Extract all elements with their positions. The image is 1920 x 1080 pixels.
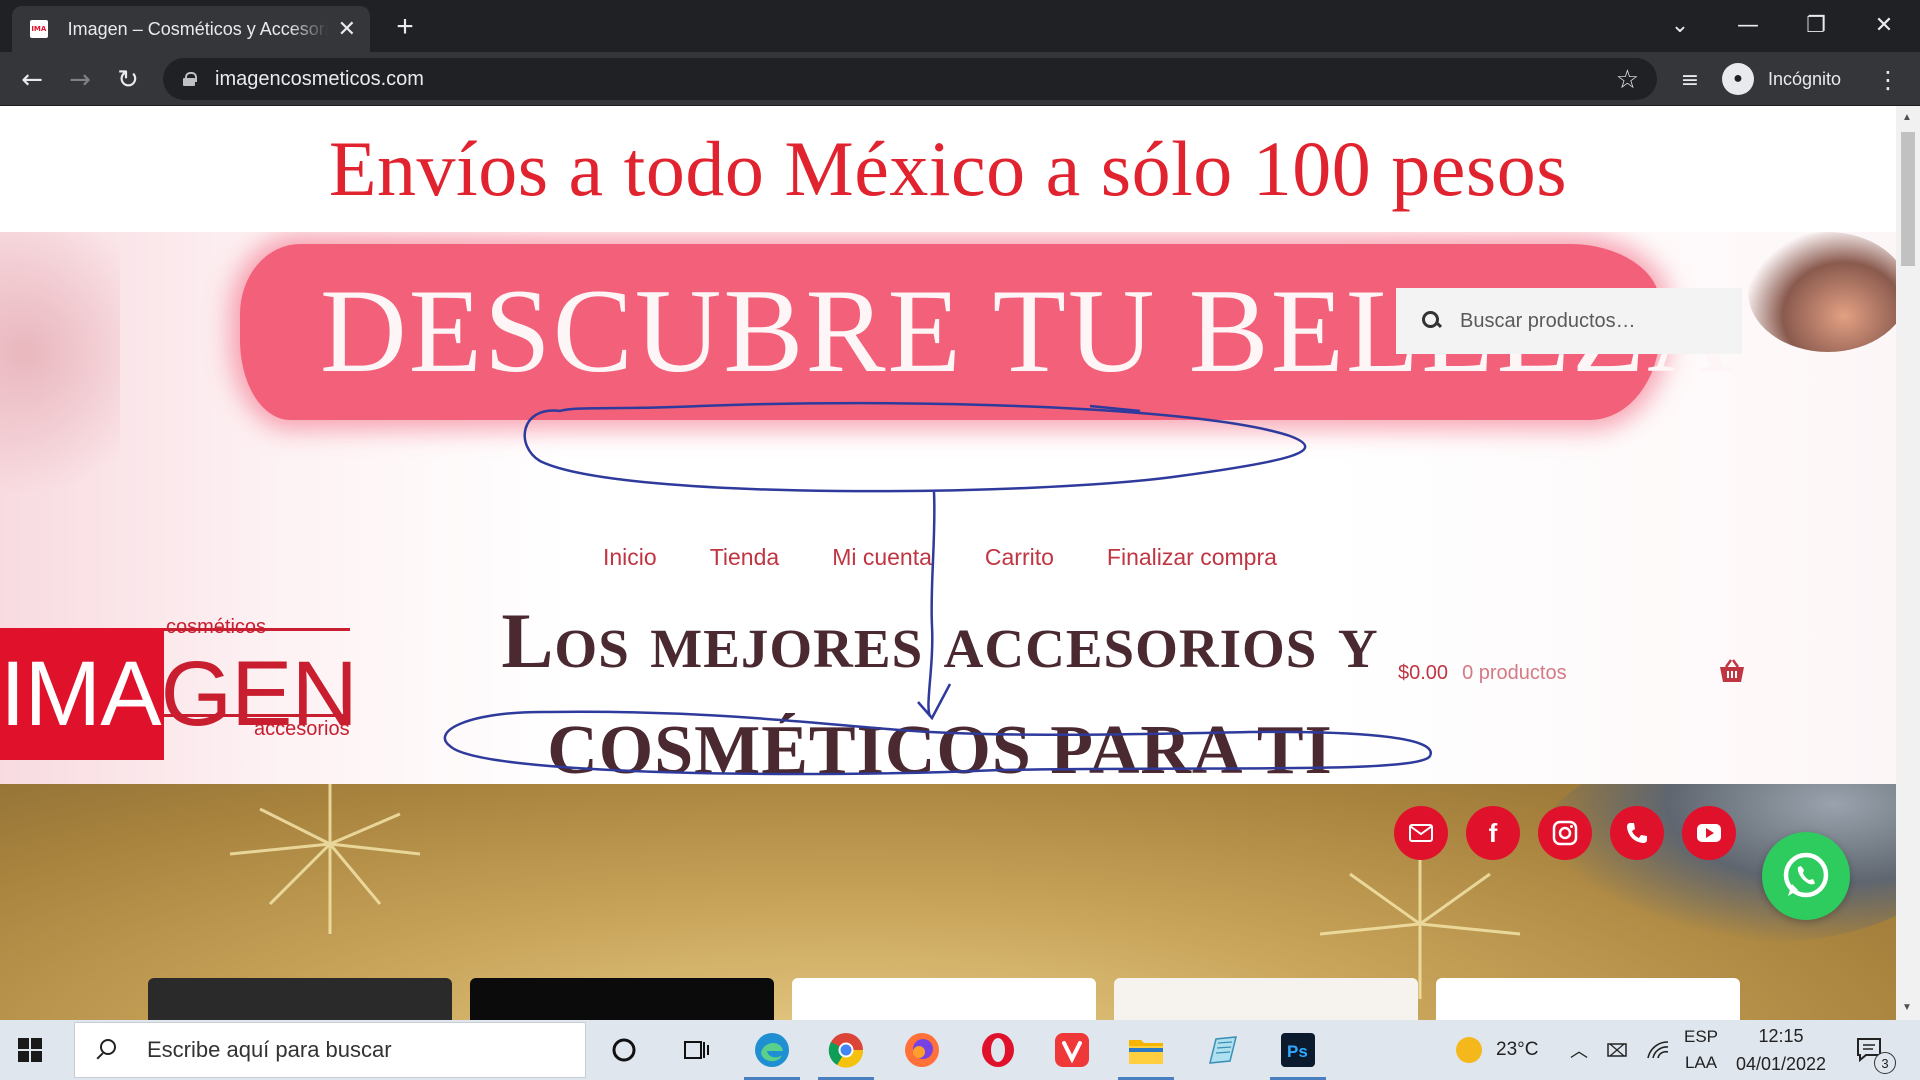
forward-arrow-icon[interactable]: → [62,62,98,98]
logo-subtitle-bottom: accesorios [254,718,350,740]
product-card[interactable] [792,978,1096,1020]
search-icon [95,1039,117,1061]
browser-tab-strip: IMA Imagen – Cosméticos y Accesorios ✕ +… [0,0,1920,52]
incognito-profile-button[interactable]: ● Incógnito [1722,60,1841,98]
main-navigation: Inicio Tienda Mi cuenta Carrito Finaliza… [603,544,1330,571]
close-window-button[interactable]: ✕ [1864,8,1904,42]
browser-tab[interactable]: IMA Imagen – Cosméticos y Accesorios ✕ [12,6,370,52]
product-card[interactable] [148,978,452,1020]
gold-background-section: f [0,784,1896,1020]
tab-search-chevron-icon[interactable]: ⌄ [1660,8,1700,42]
search-input[interactable] [1460,309,1730,333]
nav-item-tienda[interactable]: Tienda [710,544,779,571]
notification-count: 3 [1874,1052,1896,1074]
opera-icon[interactable] [978,1030,1018,1070]
email-icon[interactable] [1394,806,1448,860]
browser-toolbar: ← → ↻ imagencosmeticos.com ☆ ≡ ● Incógni… [0,52,1920,106]
page-viewport: Envíos a todo México a sólo 100 pesos DE… [0,106,1896,1020]
shipping-banner: Envíos a todo México a sólo 100 pesos [0,106,1896,232]
tagline-line-2: COSMÉTICOS PARA TI [547,712,1333,784]
sun-icon [1456,1037,1482,1063]
tab-title: Imagen – Cosméticos y Accesorios [67,18,328,39]
new-tab-button[interactable]: + [388,10,422,44]
minimize-button[interactable]: — [1728,8,1768,42]
scroll-down-icon[interactable]: ▼ [1902,1002,1912,1013]
logo-wordmark-left: IMA [0,643,162,745]
back-arrow-icon[interactable]: ← [14,62,50,98]
hero-decoration [0,232,120,532]
notepad-icon[interactable] [1202,1030,1242,1070]
cortana-icon[interactable] [604,1030,644,1070]
network-ethernet-icon[interactable] [1606,1020,1630,1080]
weather-widget[interactable]: 23°C [1456,1020,1538,1080]
reload-icon[interactable]: ↻ [110,62,146,98]
nav-item-carrito[interactable]: Carrito [985,544,1054,571]
cart-count: 0 productos [1462,662,1567,684]
nav-item-finalizar-compra[interactable]: Finalizar compra [1107,544,1277,571]
windows-start-icon[interactable] [18,1038,42,1062]
instagram-icon[interactable] [1538,806,1592,860]
site-favicon-icon: IMA [30,20,48,38]
tagline-line-1: Los mejores accesorios y [501,597,1379,684]
windows-taskbar: Escribe aquí para buscar Ps 23°C ︿ ESP L… [0,1020,1920,1080]
tray-overflow-chevron-icon[interactable]: ︿ [1570,1020,1588,1080]
clock-date: 04/01/2022 [1735,1054,1827,1074]
firefox-icon[interactable] [902,1030,942,1070]
shipping-banner-text: Envíos a todo México a sólo 100 pesos [328,125,1568,212]
whatsapp-chat-button[interactable] [1762,832,1850,920]
lock-icon [183,72,197,86]
bookmark-star-icon[interactable]: ☆ [1616,64,1639,95]
taskbar-search-box[interactable]: Escribe aquí para buscar [74,1022,586,1078]
product-card[interactable] [1436,978,1740,1020]
clock[interactable]: 12:15 04/01/2022 [1734,1020,1828,1080]
facebook-icon[interactable]: f [1466,806,1520,860]
product-card[interactable] [1114,978,1418,1020]
vivaldi-icon[interactable] [1052,1030,1092,1070]
scroll-up-icon[interactable]: ▲ [1902,112,1912,123]
language-bottom: LAA [1684,1053,1718,1072]
edge-icon[interactable] [744,1030,800,1080]
taskbar-search-text: Escribe aquí para buscar [147,1037,392,1062]
scroll-thumb[interactable] [1901,132,1915,266]
browser-menu-icon[interactable]: ⋮ [1870,62,1906,98]
product-card[interactable] [470,978,774,1020]
language-top: ESP [1684,1027,1719,1046]
input-language[interactable]: ESP LAA [1684,1020,1718,1080]
photoshop-icon[interactable]: Ps [1270,1030,1326,1080]
nav-item-mi-cuenta[interactable]: Mi cuenta [832,544,932,571]
header-cart[interactable]: $0.00 0 productos [1398,659,1746,685]
site-logo[interactable]: cosméticos IMAGEN accesorios [0,616,360,760]
phone-icon[interactable] [1610,806,1664,860]
file-explorer-icon[interactable] [1118,1030,1174,1080]
address-bar[interactable]: imagencosmeticos.com ☆ [163,58,1657,100]
whatsapp-icon [1783,852,1829,898]
makeup-brush-image [1748,232,1896,352]
social-links: f [1394,806,1736,860]
incognito-icon: ● [1722,63,1754,95]
tagline: Los mejores accesorios y COSMÉTICOS PARA… [440,586,1440,784]
notification-center-button[interactable]: 3 [1856,1020,1896,1080]
tab-close-icon[interactable]: ✕ [338,16,356,42]
nav-item-inicio[interactable]: Inicio [603,544,657,571]
task-view-icon[interactable] [676,1030,716,1070]
youtube-icon[interactable] [1682,806,1736,860]
chrome-icon[interactable] [818,1030,874,1080]
restore-button[interactable]: ❐ [1796,8,1836,42]
clock-time: 12:15 [1758,1026,1804,1046]
product-search[interactable] [1396,288,1742,354]
temperature: 23°C [1496,1039,1539,1060]
firework-decoration [229,784,421,934]
wifi-icon[interactable] [1646,1020,1670,1080]
page-scrollbar[interactable]: ▲ ▼ [1896,106,1920,1020]
svg-text:Ps: Ps [1287,1042,1308,1061]
basket-icon[interactable] [1718,658,1746,684]
cart-amount: $0.00 [1398,662,1449,684]
url-text: imagencosmeticos.com [215,67,424,90]
media-control-icon[interactable]: ≡ [1672,62,1708,98]
site-header-hero: DESCUBRE TU BELLEZA Inicio Tienda Mi cue… [0,232,1896,784]
search-icon[interactable] [1422,311,1442,331]
logo-subtitle-top: cosméticos [166,616,267,638]
profile-label: Incógnito [1768,68,1842,89]
